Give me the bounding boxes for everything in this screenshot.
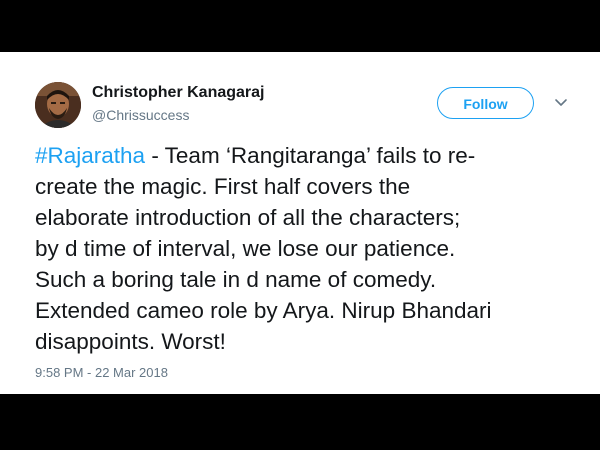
chevron-down-icon[interactable]	[553, 97, 569, 109]
tweet-line: Such a boring tale in d name of comedy.	[35, 267, 437, 292]
tweet-line: Extended cameo role by Arya. Nirup Bhand…	[35, 298, 492, 323]
author-handle[interactable]: @Chrissuccess	[92, 107, 189, 123]
hashtag-link[interactable]: #Rajaratha	[35, 143, 145, 168]
tweet-line: create the magic. First half covers the	[35, 174, 411, 199]
avatar[interactable]	[35, 82, 81, 128]
letterbox-bottom	[0, 394, 600, 450]
follow-button[interactable]: Follow	[437, 87, 534, 119]
tweet-line: by d time of interval, we lose our patie…	[35, 236, 456, 261]
avatar-photo-icon	[35, 82, 81, 128]
tweet-line: disappoints. Worst!	[35, 329, 226, 354]
tweet-line: - Team ‘Rangitaranga’ fails to re-	[145, 143, 476, 168]
tweet-timestamp[interactable]: 9:58 PM - 22 Mar 2018	[35, 365, 168, 380]
tweet-line: elaborate introduction of all the charac…	[35, 205, 461, 230]
letterbox-top	[0, 0, 600, 52]
tweet-card: Christopher Kanagaraj @Chrissuccess Foll…	[0, 52, 600, 394]
author-name[interactable]: Christopher Kanagaraj	[92, 84, 264, 102]
tweet-text: #Rajaratha - Team ‘Rangitaranga’ fails t…	[35, 140, 580, 357]
